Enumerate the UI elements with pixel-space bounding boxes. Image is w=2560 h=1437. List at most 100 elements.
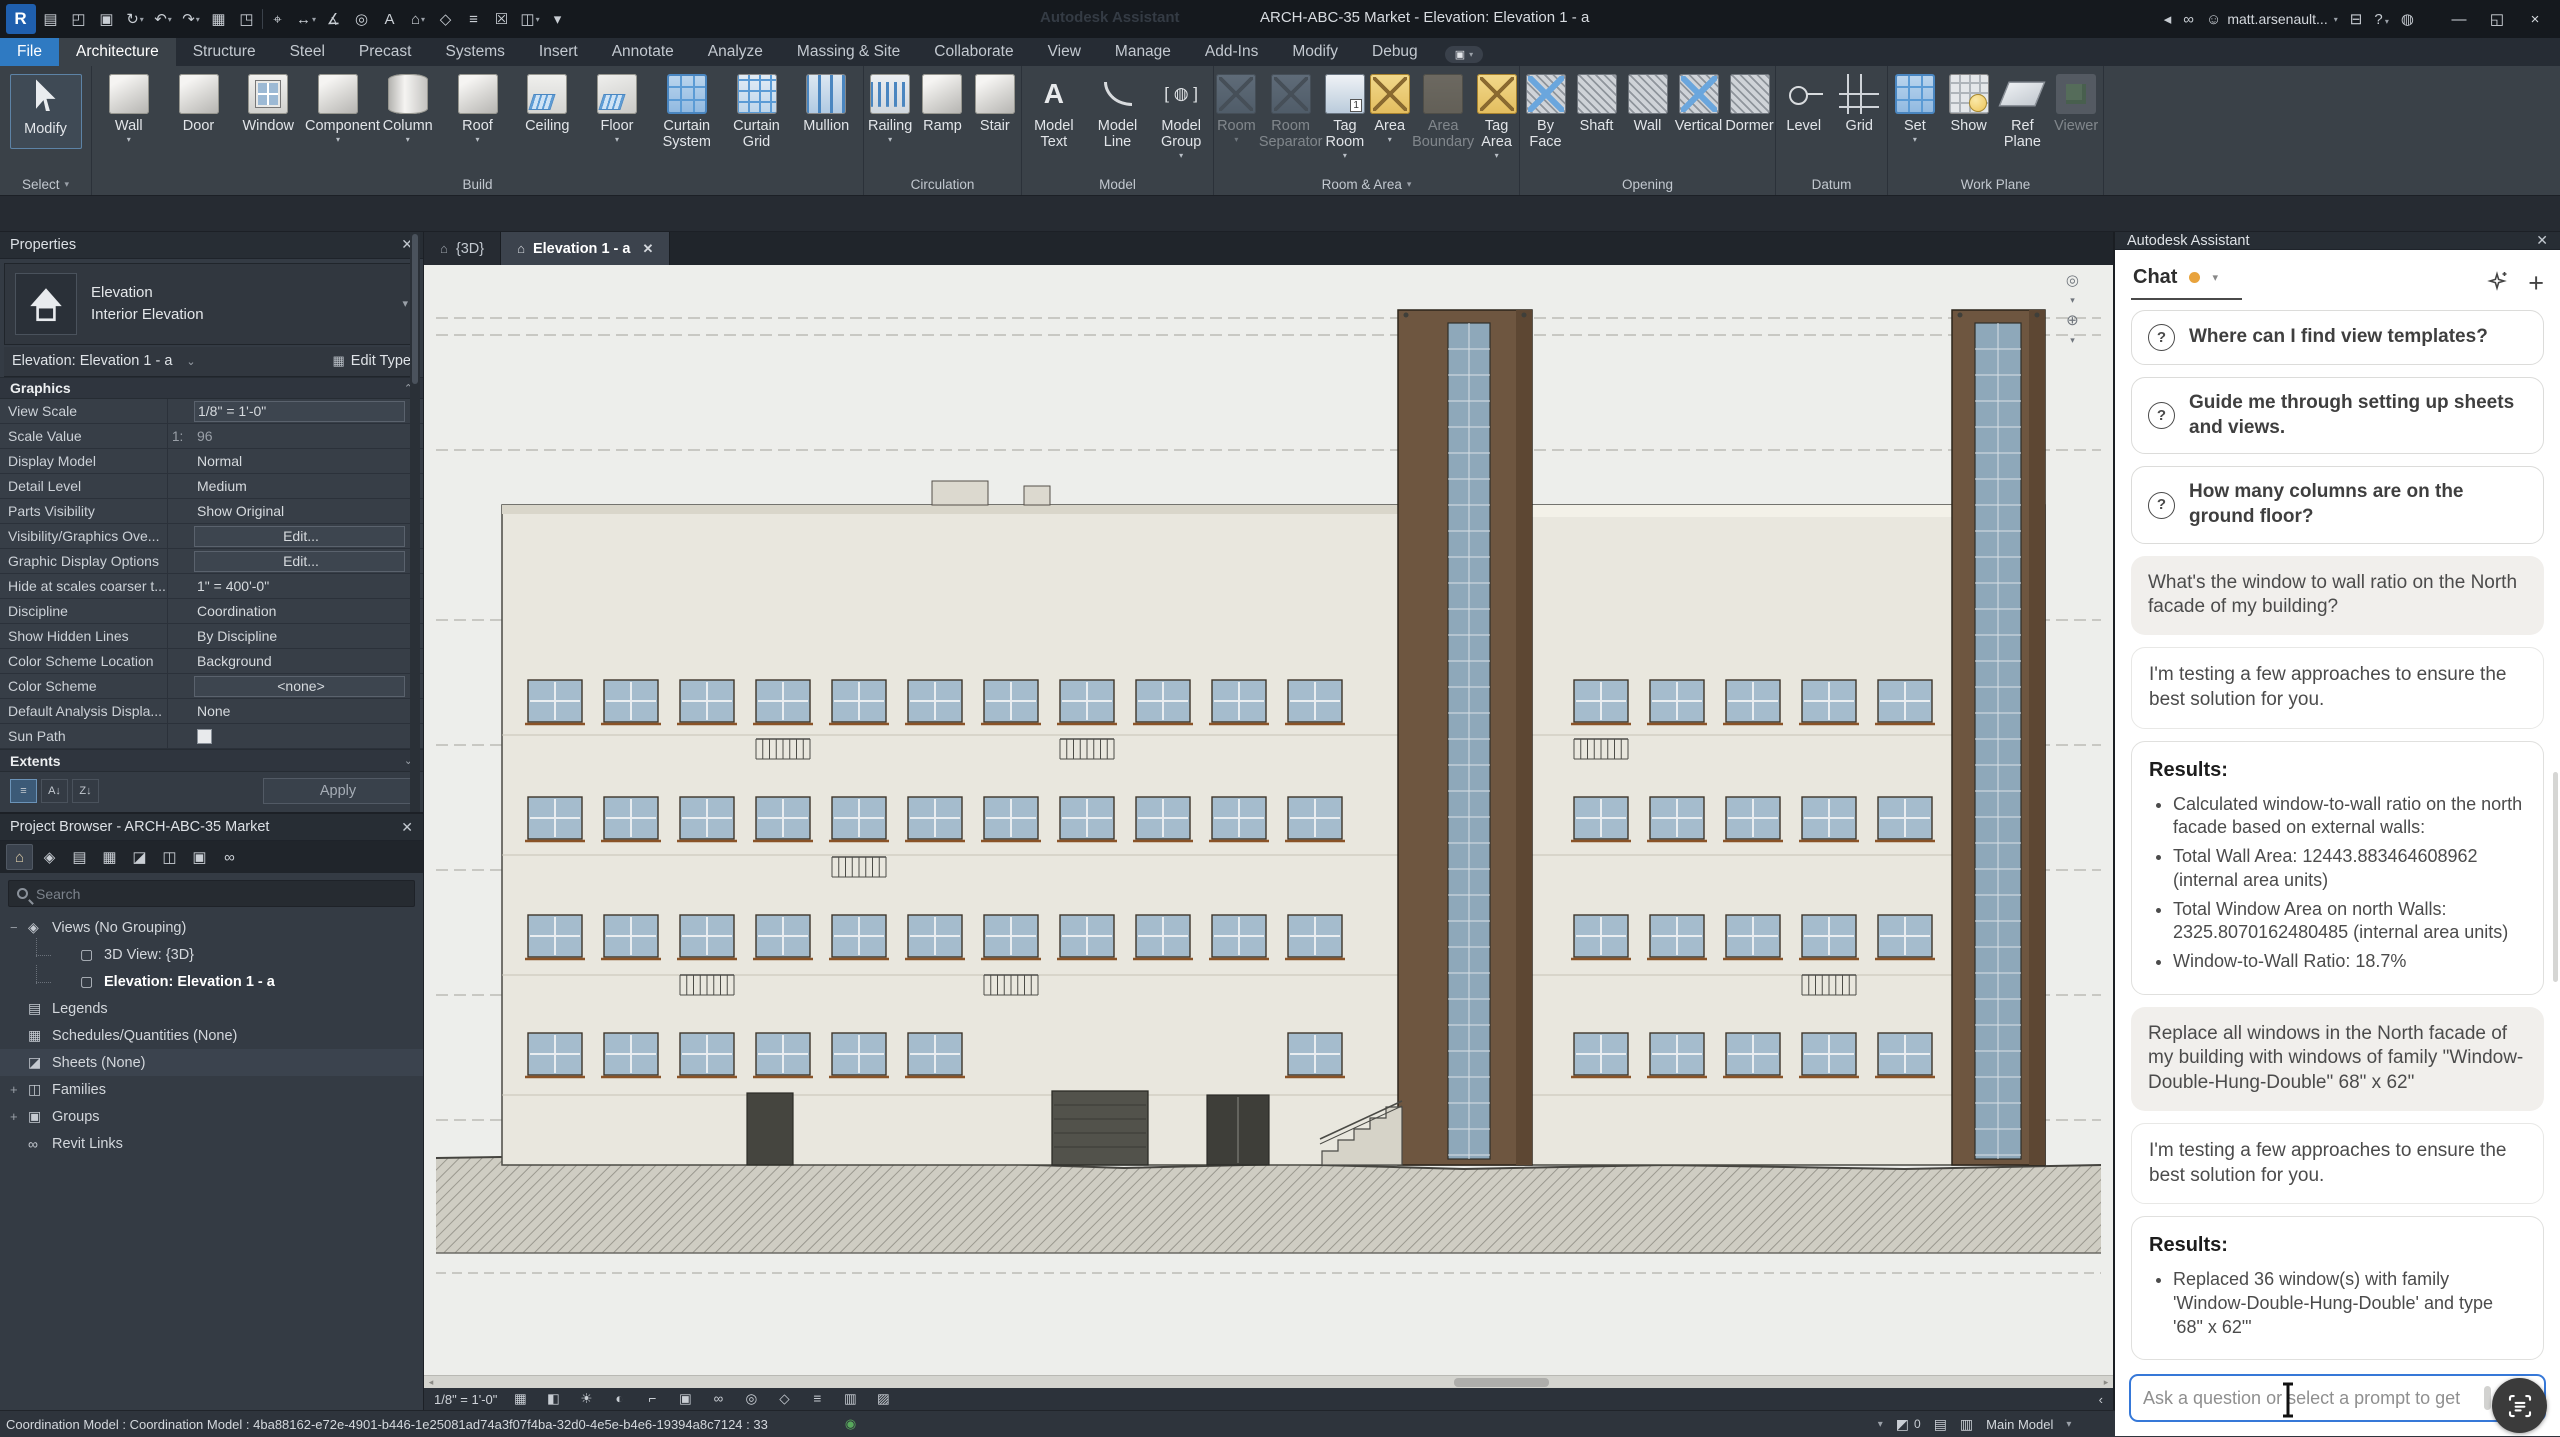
property-row[interactable]: Scale Value 1: 96	[0, 424, 423, 449]
ribbon-button[interactable]: By Face	[1520, 72, 1571, 161]
active-workset-icon[interactable]: ◩	[1896, 1416, 1909, 1433]
property-row[interactable]: Parts Visibility Show Original	[0, 499, 423, 524]
ribbon-button[interactable]: Window	[235, 72, 301, 145]
tree-item[interactable]: ▤ Legends	[0, 995, 423, 1022]
ribbon-button[interactable]: Roof ▾	[445, 72, 511, 145]
ribbon-button[interactable]: Dormer	[1724, 72, 1775, 145]
app-store-icon[interactable]: ⊟	[2350, 10, 2363, 28]
assistant-input[interactable]: Ask a question or select a prompt to get	[2129, 1374, 2546, 1422]
panel-label-select[interactable]: Select▾	[0, 174, 91, 195]
ribbon-button[interactable]: Wall	[1622, 72, 1673, 145]
sparkle-icon[interactable]	[2486, 269, 2510, 298]
property-row[interactable]: Sun Path	[0, 724, 423, 749]
ribbon-button[interactable]: Tag Room ▾	[1322, 72, 1367, 161]
browser-links-icon[interactable]: ∞	[216, 844, 243, 870]
measure-icon[interactable]: ∡	[321, 6, 347, 32]
tab-annotate[interactable]: Annotate	[595, 38, 691, 66]
tree-item[interactable]: − ◈ Views (No Grouping)	[0, 914, 423, 941]
sort-default-button[interactable]: ≡	[10, 779, 37, 803]
property-row[interactable]: Color Scheme Location Background	[0, 649, 423, 674]
tab-steel[interactable]: Steel	[273, 38, 342, 66]
ribbon-button[interactable]: Model Text	[1022, 72, 1086, 161]
save-icon[interactable]: ▣	[94, 6, 120, 32]
browser-views-icon[interactable]: ◈	[36, 844, 63, 870]
main-model-label[interactable]: Main Model	[1986, 1417, 2053, 1432]
tab-add-ins[interactable]: Add-Ins	[1188, 38, 1275, 66]
scrollbar-thumb[interactable]	[1454, 1378, 1549, 1387]
zoom-icon[interactable]: ⊕	[2066, 313, 2079, 328]
tag-by-category-icon[interactable]: ◎	[349, 6, 375, 32]
temporary-view-properties-icon[interactable]: ▨	[873, 1391, 893, 1407]
browser-home-icon[interactable]: ⌂	[6, 844, 33, 870]
ribbon-button[interactable]: Vertical	[1673, 72, 1724, 145]
chat-scrollbar[interactable]	[2553, 772, 2558, 982]
tab-file[interactable]: File	[0, 38, 59, 66]
design-options-icon[interactable]: ▥	[1960, 1416, 1973, 1433]
property-row[interactable]: Default Analysis Displa... None	[0, 699, 423, 724]
redo-icon[interactable]: ↷▾	[178, 6, 204, 32]
reveal-hidden-elements-icon[interactable]: ∞	[708, 1391, 728, 1407]
ribbon-button[interactable]: Modify	[10, 74, 82, 149]
browser-search-input[interactable]: Search	[8, 880, 415, 907]
worksets-dialog-icon[interactable]: ▤	[1934, 1416, 1947, 1433]
ribbon-button[interactable]: Area ▾	[1367, 72, 1412, 145]
apply-button[interactable]: Apply	[263, 778, 413, 804]
browser-sheets-icon[interactable]: ◪	[126, 844, 153, 870]
close-icon[interactable]: ✕	[642, 241, 653, 257]
browser-schedules-icon[interactable]: ▦	[96, 844, 123, 870]
instance-name[interactable]: Elevation: Elevation 1 - a	[12, 353, 172, 369]
tab-precast[interactable]: Precast	[342, 38, 429, 66]
pin-icon[interactable]: ⌖	[265, 6, 291, 32]
tab-analyze[interactable]: Analyze	[691, 38, 780, 66]
tree-item[interactable]: ∞ Revit Links	[0, 1130, 423, 1157]
ribbon-button[interactable]: Ref Plane	[1996, 72, 2050, 161]
tab-structure[interactable]: Structure	[176, 38, 273, 66]
temporary-hide-isolate-icon[interactable]: ◎	[741, 1391, 761, 1407]
ribbon-button[interactable]: Component ▾	[305, 72, 371, 145]
chevron-down-icon[interactable]: ▾	[1878, 1419, 1883, 1430]
tab-collaborate[interactable]: Collaborate	[917, 38, 1030, 66]
show-crop-region-icon[interactable]: ▣	[675, 1391, 695, 1407]
close-icon[interactable]: ✕	[401, 819, 413, 836]
ribbon-button[interactable]: Grid	[1832, 72, 1888, 145]
open-icon[interactable]: ◰	[66, 6, 92, 32]
restore-button[interactable]: ◱	[2480, 6, 2514, 32]
property-row[interactable]: Visibility/Graphics Ove... Edit...	[0, 524, 423, 549]
tree-item[interactable]: + ◫ Families	[0, 1076, 423, 1103]
revit-logo[interactable]: R	[6, 4, 36, 34]
tree-item[interactable]: ▦ Schedules/Quantities (None)	[0, 1022, 423, 1049]
file-properties-icon[interactable]: ▤	[38, 6, 64, 32]
sun-path-icon[interactable]: ☀	[576, 1391, 596, 1407]
property-row[interactable]: Color Scheme <none>	[0, 674, 423, 699]
close-icon[interactable]: ✕	[2536, 232, 2548, 249]
property-row[interactable]: Discipline Coordination	[0, 599, 423, 624]
detail-level-icon[interactable]: ▦	[510, 1391, 530, 1407]
ribbon-button[interactable]: Area Boundary	[1412, 72, 1474, 161]
extents-section-header[interactable]: Extents	[10, 753, 61, 769]
edit-type-button[interactable]: ▦Edit Type	[333, 353, 412, 369]
tree-item[interactable]: ◪ Sheets (None)	[0, 1049, 423, 1076]
ribbon-button[interactable]: Room Separator	[1259, 72, 1323, 161]
properties-scrollbar[interactable]	[410, 232, 420, 812]
account-menu[interactable]: ☺matt.arsenault...▾	[2206, 11, 2338, 28]
tab-systems[interactable]: Systems	[428, 38, 521, 66]
scroll-right-icon[interactable]: ▸	[2099, 1376, 2113, 1388]
ribbon-button[interactable]: Tag Area ▾	[1474, 72, 1519, 161]
ribbon-button[interactable]: Ramp	[916, 72, 968, 145]
chevron-down-icon[interactable]: ▾	[2070, 296, 2075, 305]
chat-tab[interactable]: Chat ▾	[2131, 266, 2242, 300]
section-icon[interactable]: ◇	[433, 6, 459, 32]
close-inactive-views-icon[interactable]: ☒	[489, 6, 515, 32]
analytical-model-icon[interactable]: ◇	[774, 1391, 794, 1407]
ribbon-button[interactable]: Stair	[969, 72, 1021, 145]
tab-architecture[interactable]: Architecture	[59, 38, 176, 66]
tree-expander[interactable]: −	[10, 920, 28, 935]
tree-item[interactable]: ▢ 3D View: {3D}	[0, 941, 423, 968]
ribbon-button[interactable]: Curtain System	[654, 72, 720, 161]
tab-view[interactable]: View	[1031, 38, 1098, 66]
tree-item[interactable]: ▢ Elevation: Elevation 1 - a	[0, 968, 423, 995]
print-icon[interactable]: ▦	[206, 6, 232, 32]
ribbon-button[interactable]: Curtain Grid	[724, 72, 790, 161]
search-icon[interactable]: ∞	[2183, 11, 2194, 28]
scroll-left-icon[interactable]: ◂	[424, 1376, 438, 1388]
